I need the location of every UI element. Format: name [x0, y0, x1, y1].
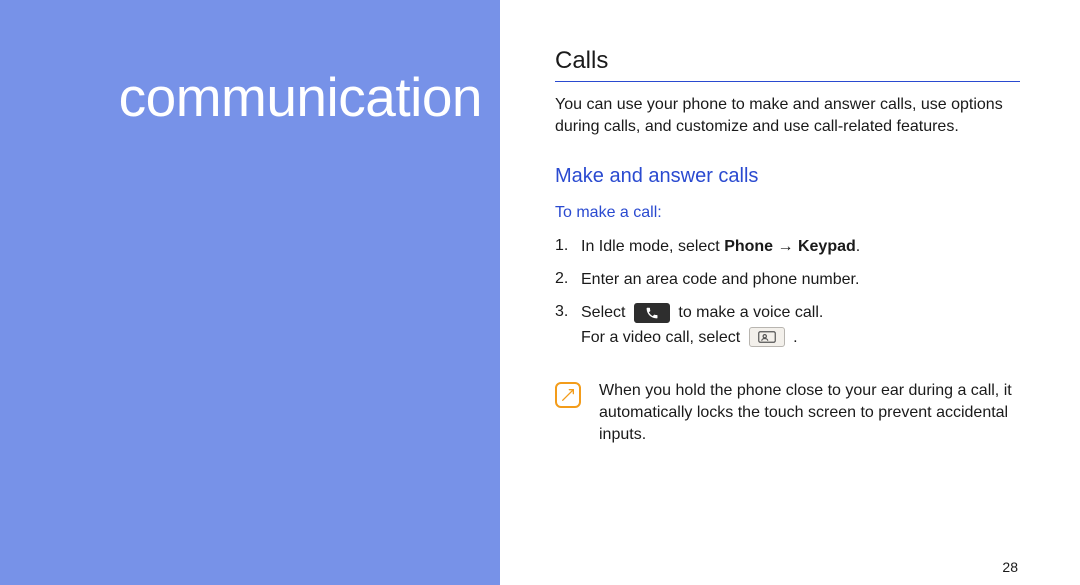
step-number: 1. — [555, 235, 581, 257]
step-text: Enter an area code and phone number. — [581, 268, 1020, 293]
step-text: Select to make a voice call. For a video… — [581, 301, 1020, 351]
step-list: 1. In Idle mode, select Phone → Keypad. … — [555, 235, 1020, 350]
text-span: Select — [581, 304, 630, 321]
video-call-key-icon — [749, 327, 785, 347]
note-text: When you hold the phone close to your ea… — [599, 380, 1020, 445]
sub-heading: Make and answer calls — [555, 163, 1020, 190]
text-span: In Idle mode, select — [581, 238, 724, 255]
note-block: When you hold the phone close to your ea… — [555, 380, 1020, 445]
text-span: For a video call, select — [581, 329, 745, 346]
text-span: . — [793, 329, 797, 346]
arrow-text: → — [773, 238, 798, 255]
text-span: to make a voice call. — [678, 304, 823, 321]
chapter-title: communication — [0, 65, 482, 129]
content-panel: Calls You can use your phone to make and… — [500, 0, 1080, 585]
page-number: 28 — [1002, 558, 1018, 577]
sub-sub-heading: To make a call: — [555, 202, 1020, 224]
bold-text: Phone — [724, 238, 773, 255]
list-item: 2. Enter an area code and phone number. — [555, 268, 1020, 293]
step-text: In Idle mode, select Phone → Keypad. — [581, 235, 1020, 260]
section-heading: Calls — [555, 45, 1020, 82]
note-icon — [555, 382, 581, 408]
step-number: 3. — [555, 301, 581, 323]
list-item: 1. In Idle mode, select Phone → Keypad. — [555, 235, 1020, 260]
bold-text: Keypad — [798, 238, 856, 255]
sidebar-panel: communication — [0, 0, 500, 585]
step-number: 2. — [555, 268, 581, 290]
section-intro: You can use your phone to make and answe… — [555, 94, 1020, 137]
text-span: . — [856, 238, 860, 255]
document-page: communication Calls You can use your pho… — [0, 0, 1080, 585]
phone-key-icon — [634, 303, 670, 323]
list-item: 3. Select to make a voice call. For a vi… — [555, 301, 1020, 351]
